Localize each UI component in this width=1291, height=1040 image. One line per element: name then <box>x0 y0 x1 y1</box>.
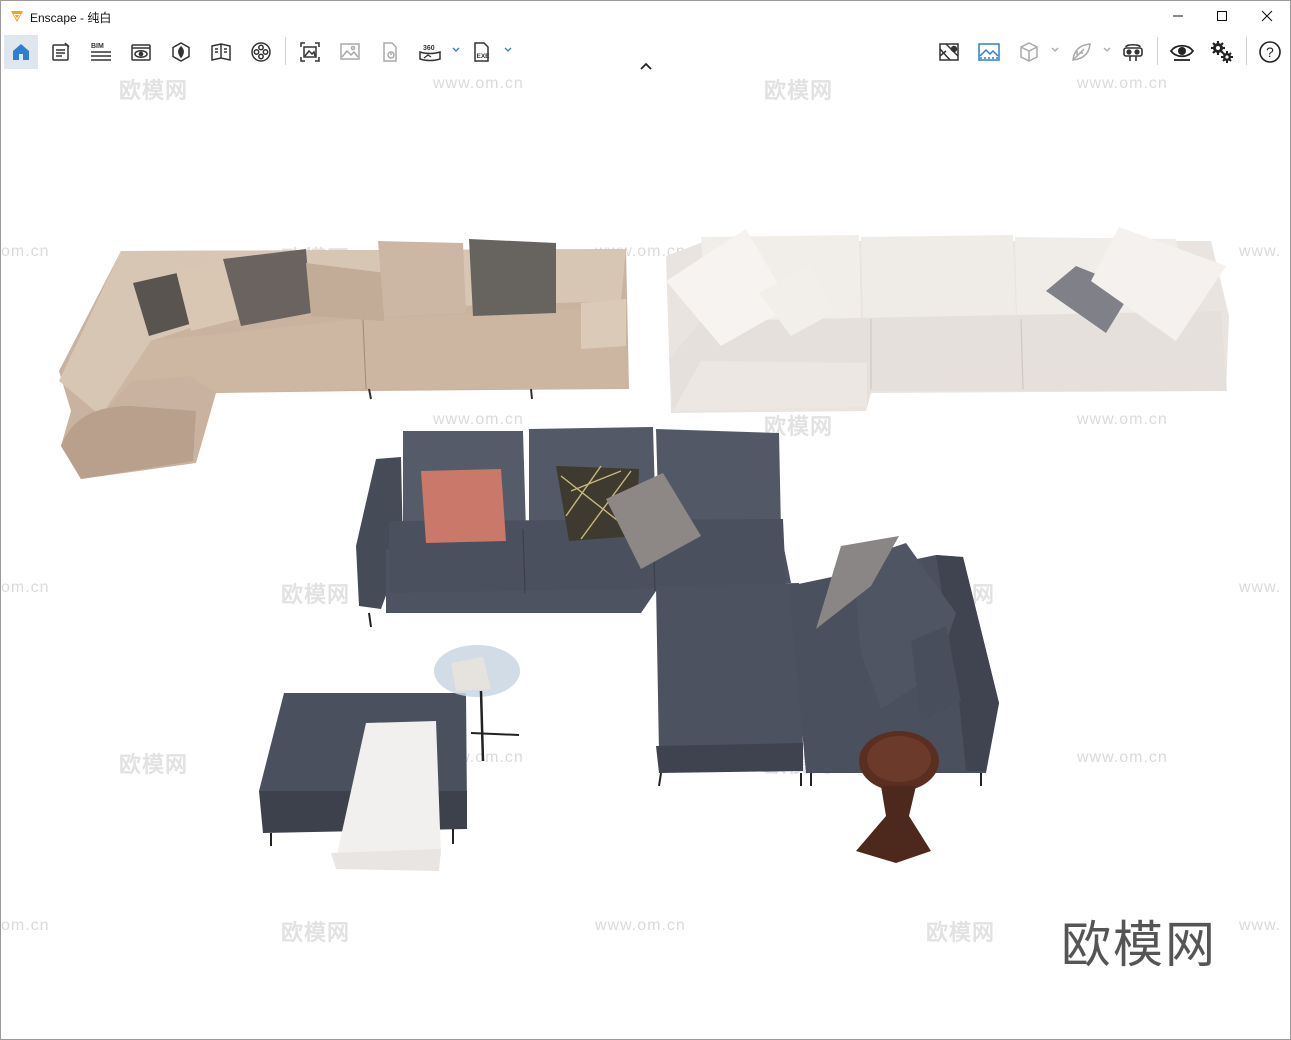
panorama-360-button[interactable]: 360 <box>413 35 447 69</box>
visual-settings-button[interactable] <box>124 35 158 69</box>
title-bar[interactable]: Enscape - 纯白 <box>1 1 1290 31</box>
cube-view-button[interactable] <box>1012 35 1046 69</box>
eye-button[interactable] <box>1165 35 1199 69</box>
material-editor-icon <box>251 42 271 62</box>
notes-icon <box>52 42 70 61</box>
asset-library-button[interactable] <box>164 35 198 69</box>
minimize-icon <box>1173 15 1183 17</box>
image-gallery-button[interactable] <box>333 35 367 69</box>
enscape-logo-icon <box>11 11 23 22</box>
eye-icon <box>1170 44 1194 61</box>
cube-view-icon <box>1020 42 1038 62</box>
home-icon <box>13 44 29 60</box>
exe-label: EXE <box>477 53 491 60</box>
panorama-360-icon: 360 <box>419 45 441 62</box>
visual-settings-icon <box>131 44 151 61</box>
leaf-dropdown-chevron-icon[interactable] <box>1102 45 1112 55</box>
toolbar-separator <box>285 37 286 65</box>
scene-canvas: 欧模网 www.om.cn 欧模网 www.om.cn om.cn 欧模网 ww… <box>1 71 1290 1039</box>
export-dropdown-chevron-icon[interactable] <box>503 45 513 55</box>
map-button[interactable] <box>932 35 966 69</box>
screenshot-button[interactable] <box>293 35 327 69</box>
settings-button[interactable] <box>1205 35 1239 69</box>
toolbar-separator <box>1246 37 1247 65</box>
render-viewport[interactable]: 欧模网 www.om.cn 欧模网 www.om.cn om.cn 欧模网 ww… <box>1 71 1290 1039</box>
window-title: Enscape - 纯白 <box>30 11 112 25</box>
help-icon: ? <box>1259 41 1281 63</box>
sofa-render <box>59 227 1229 871</box>
help-button[interactable]: ? <box>1253 35 1287 69</box>
image-gallery-icon <box>340 43 360 60</box>
close-button[interactable] <box>1244 1 1290 31</box>
home-button[interactable] <box>4 35 38 69</box>
notes-button[interactable] <box>44 35 78 69</box>
material-editor-button[interactable] <box>244 35 278 69</box>
vr-headset-button[interactable] <box>1116 35 1150 69</box>
bim-icon: BIM <box>91 43 111 61</box>
panorama-dropdown-chevron-icon[interactable] <box>451 45 461 55</box>
asset-library-icon <box>172 42 190 62</box>
minimize-button[interactable] <box>1155 1 1201 31</box>
corner-watermark-logo: 欧模网 <box>1061 916 1217 974</box>
export-exe-icon: EXE <box>474 42 491 62</box>
map-icon <box>939 43 959 61</box>
close-icon <box>1261 10 1273 22</box>
landscape-image-icon <box>978 43 1000 61</box>
vr-headset-icon <box>1123 43 1143 61</box>
bim-button[interactable]: BIM <box>84 35 118 69</box>
white-sectional-sofa <box>666 227 1229 413</box>
walnut-stool <box>856 731 939 863</box>
toolbar-separator <box>1157 37 1158 65</box>
app-window: Enscape - 纯白 BIM 360 EXE ? 欧模网 www.om.cn… <box>0 0 1291 1040</box>
export-exe-button[interactable]: EXE <box>465 35 499 69</box>
cube-dropdown-chevron-icon[interactable] <box>1050 45 1060 55</box>
maximize-icon <box>1217 11 1227 21</box>
maximize-button[interactable] <box>1199 1 1245 31</box>
leaf-button[interactable] <box>1064 35 1098 69</box>
section-views-button[interactable] <box>204 35 238 69</box>
help-label: ? <box>1266 44 1274 60</box>
batch-render-button[interactable] <box>373 35 407 69</box>
pano-360-label: 360 <box>423 45 435 52</box>
bim-label: BIM <box>91 43 104 50</box>
screenshot-icon <box>300 42 320 62</box>
section-views-icon <box>211 43 231 61</box>
settings-gears-icon <box>1211 41 1233 63</box>
leaf-icon <box>1072 43 1091 61</box>
batch-render-icon <box>383 42 397 62</box>
landscape-image-button[interactable] <box>972 35 1006 69</box>
grey-ottoman <box>259 693 467 871</box>
